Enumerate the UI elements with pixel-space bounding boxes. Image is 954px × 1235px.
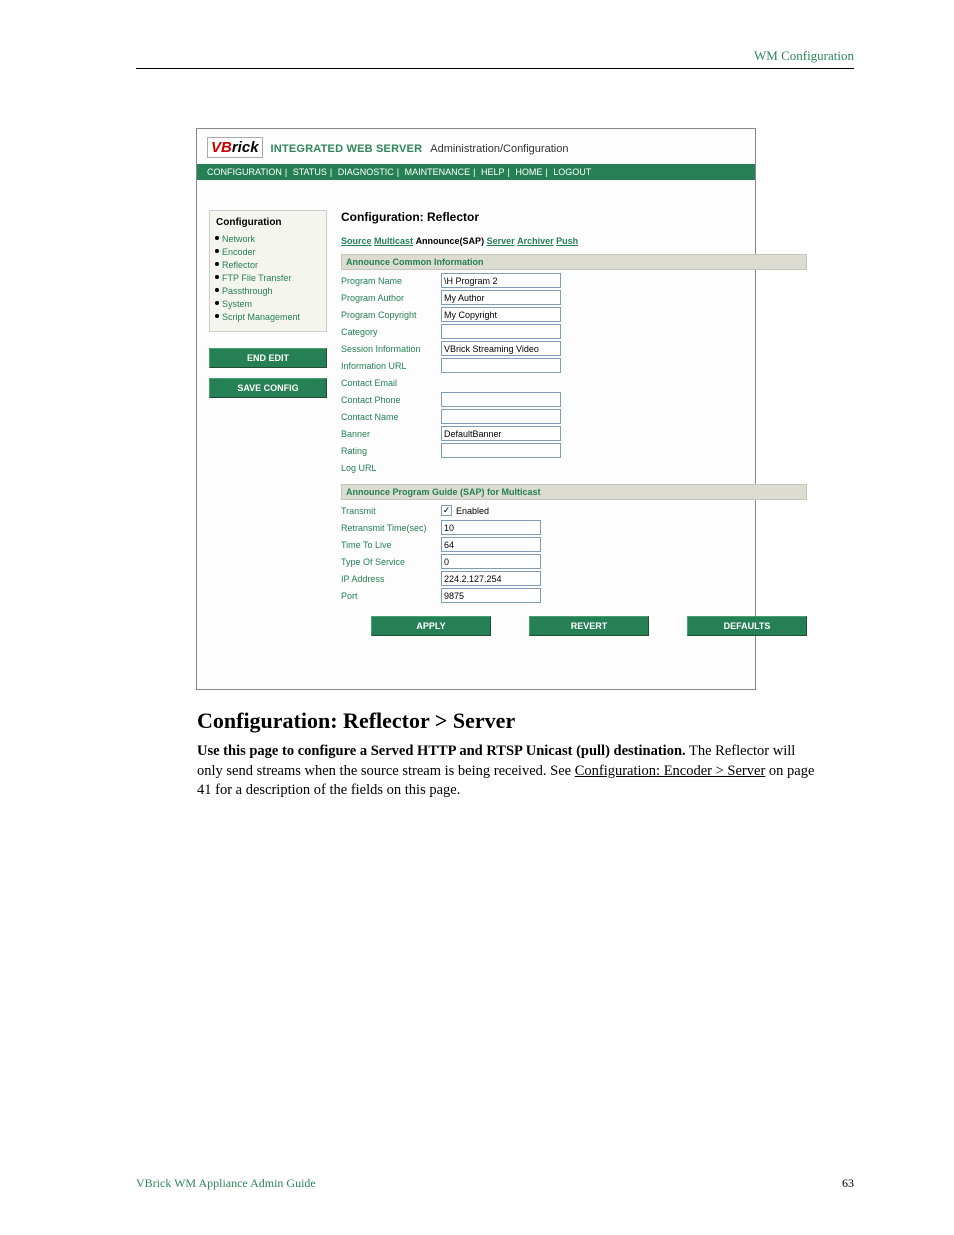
label-retransmit-time: Retransmit Time(sec) [341,523,441,533]
sidebar-item-encoder[interactable]: Encoder [216,245,320,258]
top-nav: CONFIGURATION| STATUS| DIAGNOSTIC| MAINT… [197,164,755,180]
nav-help[interactable]: HELP [481,167,505,177]
sidebar-panel: Configuration Network Encoder Reflector … [209,210,327,332]
input-contact-name[interactable] [441,409,561,424]
admin-config-label: Administration/Configuration [430,143,568,155]
save-config-button[interactable]: SAVE CONFIG [209,378,327,398]
end-edit-button[interactable]: END EDIT [209,348,327,368]
page-header-right: WM Configuration [754,48,854,64]
nav-logout[interactable]: LOGOUT [553,167,591,177]
para-link[interactable]: Configuration: Encoder > Server [575,763,766,779]
sidebar-item-ftp[interactable]: FTP File Transfer [216,271,320,284]
label-ttl: Time To Live [341,540,441,550]
section-announce-program-guide: Announce Program Guide (SAP) for Multica… [341,484,807,500]
main-title: Configuration: Reflector [341,210,807,224]
input-tos[interactable] [441,554,541,569]
tab-push[interactable]: Push [556,236,578,246]
nav-home[interactable]: HOME [515,167,542,177]
nav-status[interactable]: STATUS [293,167,327,177]
label-info-url: Information URL [341,361,441,371]
footer-page-number: 63 [842,1176,854,1191]
tab-archiver[interactable]: Archiver [517,236,554,246]
label-rating: Rating [341,446,441,456]
tab-announce-sap[interactable]: Announce(SAP) [416,236,485,246]
input-ip-address[interactable] [441,571,541,586]
checkbox-transmit-enabled[interactable]: ✓ [441,505,452,516]
sidebar-item-reflector[interactable]: Reflector [216,258,320,271]
tab-multicast[interactable]: Multicast [374,236,413,246]
label-log-url: Log URL [341,463,441,473]
input-retransmit-time[interactable] [441,520,541,535]
nav-maintenance[interactable]: MAINTENANCE [405,167,471,177]
input-program-copyright[interactable] [441,307,561,322]
label-banner: Banner [341,429,441,439]
input-category[interactable] [441,324,561,339]
label-session-info: Session Information [341,344,441,354]
main-panel: Configuration: Reflector Source Multicas… [341,210,807,636]
input-program-author[interactable] [441,290,561,305]
revert-button[interactable]: REVERT [529,616,649,636]
para-bold: Use this page to configure a Served HTTP… [197,743,686,759]
body-paragraph: Use this page to configure a Served HTTP… [197,742,817,801]
input-info-url[interactable] [441,358,561,373]
sub-nav: Source Multicast Announce(SAP) Server Ar… [341,236,807,246]
sidebar-item-passthrough[interactable]: Passthrough [216,284,320,297]
sidebar-title: Configuration [216,215,320,232]
label-enabled: Enabled [456,506,489,516]
input-ttl[interactable] [441,537,541,552]
sidebar-item-script[interactable]: Script Management [216,310,320,323]
apply-button[interactable]: APPLY [371,616,491,636]
input-rating[interactable] [441,443,561,458]
sidebar-item-system[interactable]: System [216,297,320,310]
label-contact-email: Contact Email [341,378,441,388]
input-contact-phone[interactable] [441,392,561,407]
header-rule [136,68,854,69]
label-port: Port [341,591,441,601]
integrated-web-server-label: INTEGRATED WEB SERVER [271,143,423,155]
sidebar-item-network[interactable]: Network [216,232,320,245]
sidebar: Configuration Network Encoder Reflector … [209,210,327,636]
label-program-name: Program Name [341,276,441,286]
label-program-copyright: Program Copyright [341,310,441,320]
label-contact-phone: Contact Phone [341,395,441,405]
footer-left: VBrick WM Appliance Admin Guide [136,1176,316,1191]
tab-source[interactable]: Source [341,236,372,246]
label-tos: Type Of Service [341,557,441,567]
label-category: Category [341,327,441,337]
input-banner[interactable] [441,426,561,441]
label-ip-address: IP Address [341,574,441,584]
nav-configuration[interactable]: CONFIGURATION [207,167,282,177]
label-transmit: Transmit [341,506,441,516]
embedded-screenshot: VBrick INTEGRATED WEB SERVER Administrat… [196,128,756,690]
tab-server[interactable]: Server [487,236,515,246]
nav-diagnostic[interactable]: DIAGNOSTIC [338,167,394,177]
label-program-author: Program Author [341,293,441,303]
section-heading: Configuration: Reflector > Server [197,708,515,734]
input-port[interactable] [441,588,541,603]
screenshot-header: VBrick INTEGRATED WEB SERVER Administrat… [197,129,755,164]
defaults-button[interactable]: DEFAULTS [687,616,807,636]
section-announce-common: Announce Common Information [341,254,807,270]
vbrick-logo: VBrick [207,137,263,158]
input-session-info[interactable] [441,341,561,356]
label-contact-name: Contact Name [341,412,441,422]
input-program-name[interactable] [441,273,561,288]
